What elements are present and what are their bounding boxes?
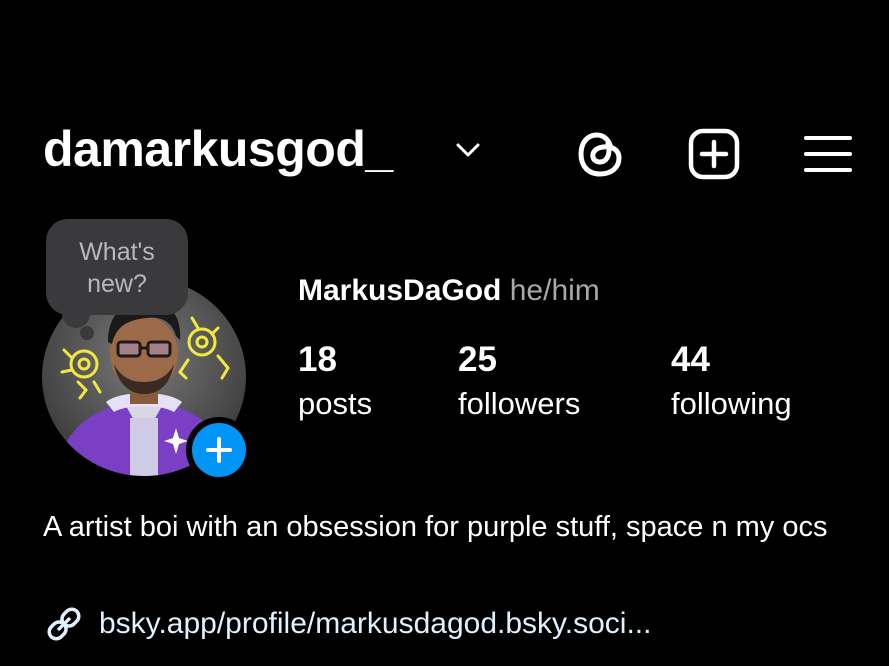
note-bubble-text: What's new? [79,238,155,298]
add-story-badge [192,423,246,477]
threads-icon [578,132,622,177]
note-bubble-tail-small [80,326,94,340]
stat-following[interactable]: 44 following [671,340,792,424]
display-name: MarkusDaGod [298,274,502,307]
display-name-row: MarkusDaGod he/him [298,274,600,308]
following-label: following [671,386,792,421]
plus-icon [206,437,232,463]
threads-button[interactable] [570,124,630,184]
hamburger-menu-icon [804,136,852,172]
stat-posts[interactable]: 18 posts [298,340,372,424]
create-button[interactable] [684,124,744,184]
chevron-down-icon[interactable] [452,140,484,160]
link-url: bsky.app/profile/markusdagod.bsky.soci..… [99,607,652,640]
link-icon [47,607,81,641]
profile-link[interactable]: bsky.app/profile/markusdagod.bsky.soci..… [43,602,651,646]
add-story-button[interactable] [186,417,252,483]
bio-text: A artist boi with an obsession for purpl… [43,511,828,543]
username-title[interactable]: damarkusgod_ [43,120,393,178]
menu-button[interactable] [798,124,858,184]
posts-count: 18 [298,340,337,379]
followers-label: followers [458,386,581,421]
pronouns: he/him [509,274,600,307]
stat-followers[interactable]: 25 followers [458,340,580,424]
plus-square-icon [688,128,740,180]
following-count: 44 [671,340,710,379]
profile-header: damarkusgod_ [0,110,889,194]
posts-label: posts [298,386,373,421]
followers-count: 25 [458,340,497,379]
